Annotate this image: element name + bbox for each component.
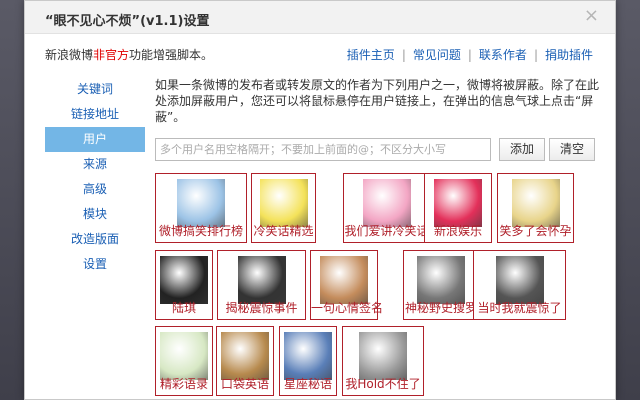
blocked-user-card[interactable]: 陆琪 — [155, 250, 213, 320]
intro-text: 新浪微博非官方功能增强脚本。 — [45, 46, 213, 63]
skeleton-figure-icon — [417, 256, 465, 304]
username-input[interactable] — [155, 138, 491, 161]
intro-unofficial: 非官方 — [93, 48, 130, 62]
yellow-rabbit-icon — [260, 179, 308, 227]
sidebar-item-layout[interactable]: 改造版面 — [45, 227, 145, 252]
blocked-user-card[interactable]: 星座秘语 — [279, 326, 337, 396]
link-separator: | — [533, 47, 538, 62]
link-plugin-home[interactable]: 插件主页 — [347, 46, 395, 63]
landscape-photo-icon — [221, 332, 269, 380]
blocked-user-name: 当时我就震惊了 — [477, 301, 562, 315]
link-donate[interactable]: 捐助插件 — [545, 46, 593, 63]
blocked-user-card[interactable]: 新浪娱乐 — [424, 173, 492, 243]
blocked-user-name: 冷笑话精选 — [253, 224, 314, 238]
cat-face-icon — [359, 332, 407, 380]
blocked-user-card[interactable]: 揭秘震惊事件 — [217, 250, 306, 320]
intro-part1: 新浪微博 — [45, 48, 94, 62]
sidebar-item-advanced[interactable]: 高级 — [45, 177, 145, 202]
sunglasses-face-icon — [496, 256, 544, 304]
blocked-user-name: 我们爱讲冷笑话 — [344, 224, 429, 238]
blocked-user-name: 口袋英语 — [220, 377, 269, 391]
blocked-user-card[interactable]: 微博搞笑排行榜 — [155, 173, 247, 243]
add-button[interactable]: 添加 — [499, 138, 545, 161]
pink-rabbit-icon — [363, 179, 411, 227]
blocked-user-card[interactable]: 笑多了会怀孕 — [497, 173, 574, 243]
blocked-user-name: 微博搞笑排行榜 — [158, 224, 243, 238]
settings-sidebar: 关键词 链接地址 用户 来源 高级 模块 改造版面 设置 — [45, 77, 145, 277]
link-separator: | — [467, 47, 472, 62]
close-icon[interactable]: × — [584, 6, 599, 26]
blocked-user-name: 笑多了会怀孕 — [499, 224, 572, 238]
blocked-user-card[interactable]: 当时我就震惊了 — [473, 250, 566, 320]
blocked-user-name: 揭秘震惊事件 — [225, 301, 298, 315]
portrait-photo-icon — [160, 256, 208, 304]
shock-text-icon — [238, 256, 286, 304]
sidebar-item-link-address[interactable]: 链接地址 — [45, 102, 145, 127]
blocked-user-card[interactable]: 冷笑话精选 — [251, 173, 316, 243]
cartoon-avatar-icon — [177, 179, 225, 227]
blocked-user-name: 神秘野史搜罗 — [404, 301, 477, 315]
blocked-user-card[interactable]: 口袋英语 — [216, 326, 274, 396]
blocked-user-name: 我Hold不住了 — [345, 377, 421, 391]
settings-dialog: “眼不见心不烦”(v1.1)设置 × 新浪微博非官方功能增强脚本。 插件主页 |… — [24, 0, 616, 400]
sidebar-item-source[interactable]: 来源 — [45, 152, 145, 177]
blocked-user-card[interactable]: 我Hold不住了 — [342, 326, 424, 396]
starry-girl-icon — [284, 332, 332, 380]
link-faq[interactable]: 常见问题 — [413, 46, 461, 63]
sidebar-item-users[interactable]: 用户 — [45, 127, 145, 152]
blocked-user-name: 精彩语录 — [159, 377, 208, 391]
text-logo-icon — [160, 332, 208, 380]
link-contact-author[interactable]: 联系作者 — [479, 46, 527, 63]
girl-flower-icon — [320, 256, 368, 304]
blocked-user-card[interactable]: 神秘野史搜罗 — [403, 250, 479, 320]
sidebar-item-settings[interactable]: 设置 — [45, 252, 145, 277]
blocked-user-name: 陆琪 — [171, 301, 196, 315]
blocked-user-card[interactable]: 精彩语录 — [155, 326, 213, 396]
intro-part3: 功能增强脚本。 — [129, 48, 214, 62]
dialog-titlebar: “眼不见心不烦”(v1.1)设置 × — [25, 1, 615, 34]
header-links: 插件主页 | 常见问题 | 联系作者 | 捐助插件 — [347, 46, 593, 63]
blocked-user-name: 星座秘语 — [283, 377, 332, 391]
sidebar-item-keywords[interactable]: 关键词 — [45, 77, 145, 102]
link-separator: | — [401, 47, 406, 62]
sidebar-item-modules[interactable]: 模块 — [45, 202, 145, 227]
blocked-user-name: 新浪娱乐 — [433, 224, 482, 238]
dialog-title: “眼不见心不烦”(v1.1)设置 — [45, 14, 210, 29]
comic-panel-icon — [512, 179, 560, 227]
blocked-user-card[interactable]: 一句心情签名 — [310, 250, 384, 320]
sina-eye-logo-icon — [434, 179, 482, 227]
section-description: 如果一条微博的发布者或转发原文的作者为下列用户之一，微博将被屏蔽。除了在此处添加… — [155, 78, 600, 124]
clear-button[interactable]: 清空 — [549, 138, 595, 161]
blocked-user-card[interactable]: 我们爱讲冷笑话 — [343, 173, 430, 243]
blocked-user-name: 一句心情签名 — [311, 301, 384, 315]
